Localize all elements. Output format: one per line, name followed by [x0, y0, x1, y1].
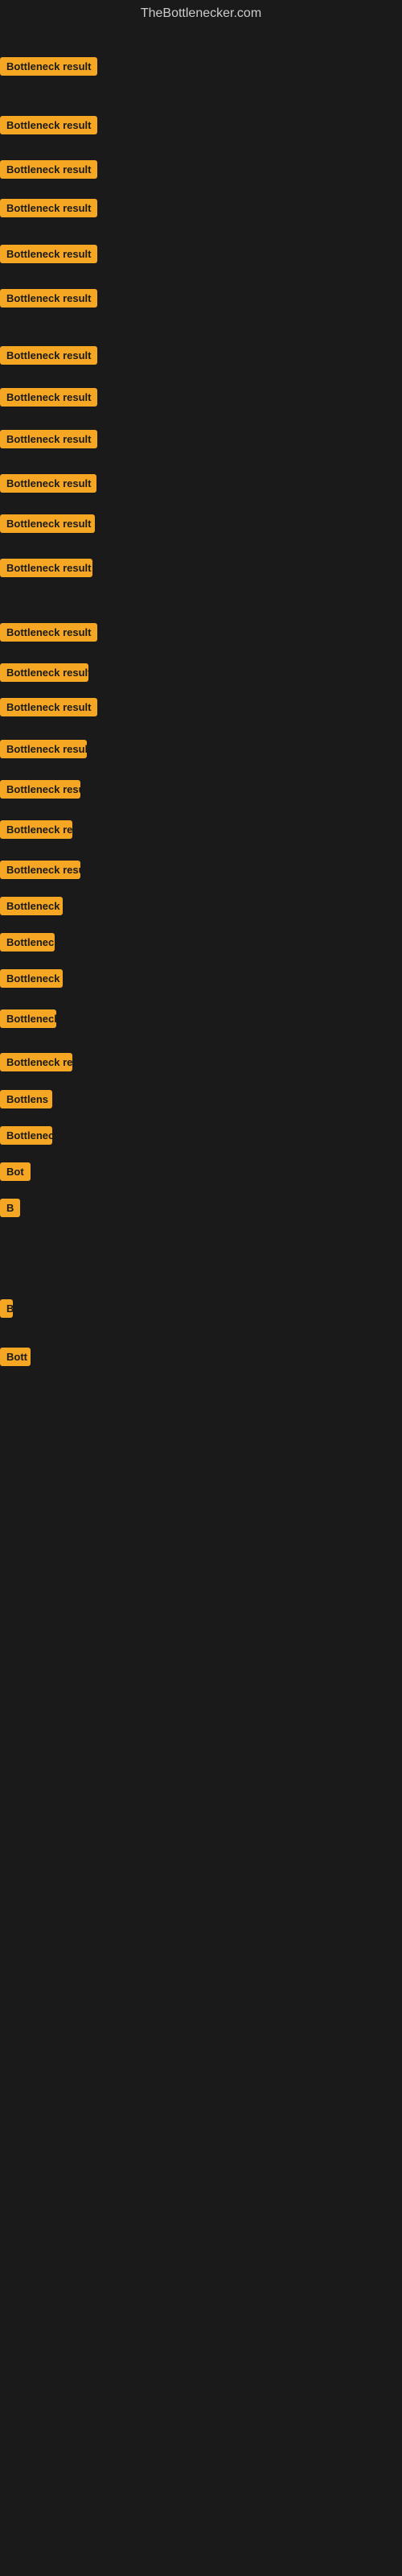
- bottleneck-result-item: B: [0, 1199, 20, 1221]
- bottleneck-badge: Bottleneck r: [0, 897, 63, 915]
- bottleneck-badge: Bottleneck result: [0, 861, 80, 879]
- bottleneck-badge: Bottleneck result: [0, 559, 92, 577]
- bottleneck-badge: B: [0, 1299, 13, 1318]
- bottleneck-result-item: Bottleneck result: [0, 57, 97, 80]
- bottleneck-result-item: Bottleneck result: [0, 780, 80, 803]
- bottleneck-result-item: Bott: [0, 1348, 31, 1370]
- bottleneck-badge: Bottleneck result: [0, 160, 97, 179]
- bottleneck-result-item: Bottleneck re: [0, 820, 72, 843]
- bottleneck-badge: Bottleneck result: [0, 780, 80, 799]
- bottleneck-badge: Bottlens: [0, 1090, 52, 1108]
- bottleneck-result-item: Bottleneck result: [0, 698, 97, 720]
- bottleneck-result-item: Bottleneck result: [0, 346, 97, 369]
- bottleneck-result-item: Bottleneck result: [0, 663, 88, 686]
- bottleneck-result-item: Bottleneck result: [0, 289, 97, 312]
- bottleneck-badge: Bottleneck result: [0, 474, 96, 493]
- bottleneck-badge: Bottleneck result: [0, 116, 97, 134]
- bottleneck-badge: Bottleneck re: [0, 820, 72, 839]
- bottleneck-badge: Bottleneck result: [0, 698, 97, 716]
- bottleneck-result-item: Bottleneck result: [0, 388, 97, 411]
- bottleneck-badge: Bottleneck result: [0, 57, 97, 76]
- bottleneck-result-item: Bottleneck result: [0, 474, 96, 497]
- bottleneck-result-item: Bottleneck result: [0, 740, 87, 762]
- bottleneck-result-item: Bottleneck res: [0, 1053, 72, 1075]
- bottleneck-result-item: B: [0, 1299, 13, 1322]
- bottleneck-badge: Bottlenec: [0, 933, 55, 952]
- bottleneck-badge: Bottleneck result: [0, 388, 97, 407]
- bottleneck-result-item: Bot: [0, 1162, 31, 1185]
- bottleneck-result-item: Bottlens: [0, 1090, 52, 1113]
- bottleneck-badge: Bot: [0, 1162, 31, 1181]
- bottleneck-result-item: Bottleneck r: [0, 897, 63, 919]
- bottleneck-badge: Bottleneck res: [0, 1053, 72, 1071]
- bottleneck-badge: Bottleneck result: [0, 514, 95, 533]
- bottleneck-badge: Bott: [0, 1348, 31, 1366]
- bottleneck-badge: Bottleneck: [0, 1126, 52, 1145]
- bottleneck-badge: Bottleneck result: [0, 740, 87, 758]
- bottleneck-result-item: Bottleneck result: [0, 861, 80, 883]
- bottleneck-result-item: Bottleneck result: [0, 160, 97, 183]
- bottleneck-badge: B: [0, 1199, 20, 1217]
- bottleneck-badge: Bottleneck result: [0, 245, 97, 263]
- bottleneck-result-item: Bottleneck result: [0, 430, 97, 452]
- bottleneck-badge: Bottleneck result: [0, 289, 97, 308]
- bottleneck-result-item: Bottleneck: [0, 1126, 52, 1149]
- bottleneck-badge: Bottleneck result: [0, 663, 88, 682]
- bottleneck-badge: Bottleneck result: [0, 623, 97, 642]
- bottleneck-result-item: Bottleneck r: [0, 969, 63, 992]
- bottleneck-badge: Bottleneck result: [0, 199, 97, 217]
- bottleneck-result-item: Bottleneck result: [0, 116, 97, 138]
- bottleneck-result-item: Bottleneck result: [0, 199, 97, 221]
- bottleneck-result-item: Bottleneck: [0, 1009, 56, 1032]
- bottleneck-badge: Bottleneck r: [0, 969, 63, 988]
- bottleneck-badge: Bottleneck: [0, 1009, 56, 1028]
- bottleneck-badge: Bottleneck result: [0, 430, 97, 448]
- bottleneck-result-item: Bottleneck result: [0, 559, 92, 581]
- bottleneck-result-item: Bottleneck result: [0, 245, 97, 267]
- bottleneck-badge: Bottleneck result: [0, 346, 97, 365]
- site-title: TheBottlenecker.com: [0, 0, 402, 27]
- bottleneck-result-item: Bottleneck result: [0, 623, 97, 646]
- bottleneck-result-item: Bottlenec: [0, 933, 55, 956]
- bottleneck-result-item: Bottleneck result: [0, 514, 95, 537]
